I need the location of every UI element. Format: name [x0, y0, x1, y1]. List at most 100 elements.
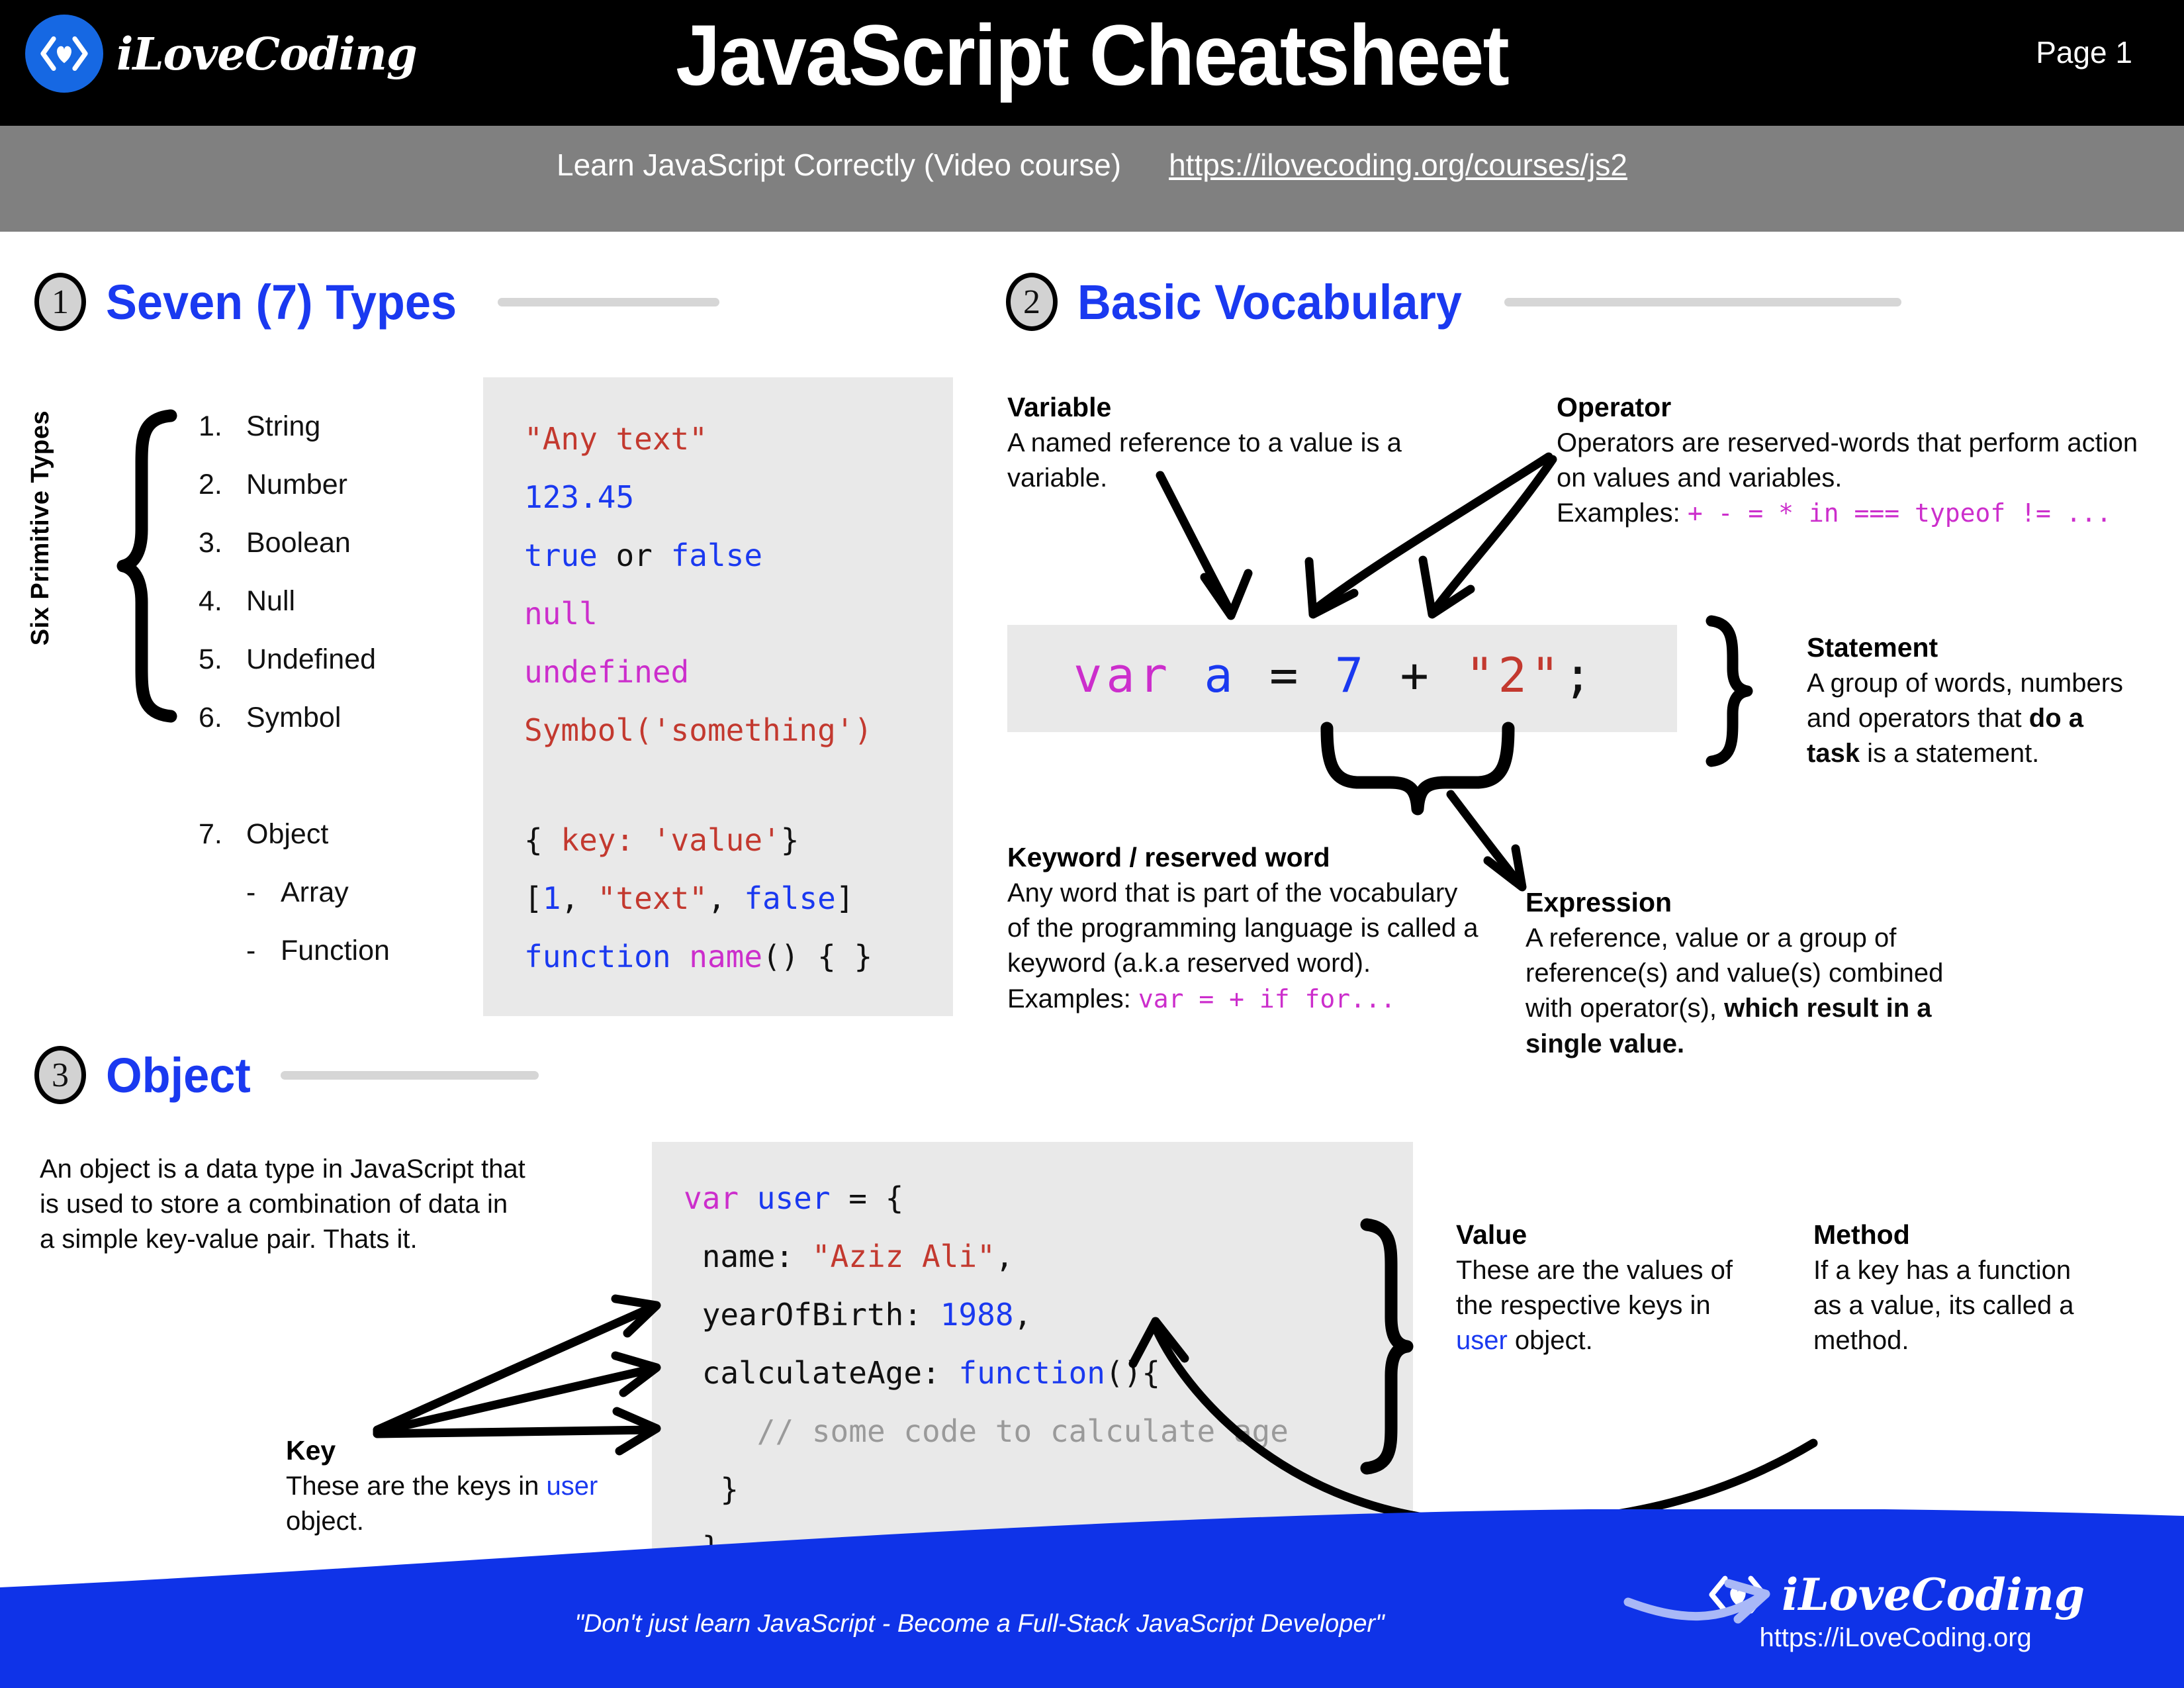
code-line-close-fn: } [684, 1472, 739, 1507]
footer-logo-row: iLoveCoding [1706, 1569, 2085, 1620]
statement-heading: Statement [1807, 632, 1938, 663]
expression-brace [1320, 722, 1515, 816]
section-2-title: Basic Vocabulary [1077, 274, 1462, 330]
keyword-definition: Keyword / reserved word Any word that is… [1007, 842, 1484, 1017]
key-arrow2-shaft [373, 1364, 657, 1436]
variable-arrow-head [1200, 569, 1253, 620]
footer-url[interactable]: https://iLoveCoding.org [1706, 1623, 2085, 1653]
footer-brand-text: iLoveCoding [1782, 1569, 2085, 1620]
item-label: Object [246, 818, 329, 850]
keyword-examples-prefix: Examples: [1007, 984, 1138, 1013]
section-3-title: Object [106, 1047, 251, 1103]
code-line-yearofbirth: yearOfBirth: 1988, [684, 1297, 1032, 1333]
item-label: Undefined [246, 643, 377, 675]
primitive-types-brace [116, 409, 177, 723]
item-number: 6. [199, 702, 222, 733]
code-line-symbol: Symbol('something') [524, 712, 873, 748]
page-number: Page 1 [2036, 35, 2132, 70]
value-definition: Value These are the values of the respec… [1456, 1219, 1734, 1359]
list-item: 5. Undefined [199, 630, 390, 688]
expression-heading: Expression [1525, 887, 1672, 917]
list-item: 6. Symbol [199, 688, 390, 747]
footer-logo: iLoveCoding https://iLoveCoding.org [1706, 1569, 2085, 1653]
key-body-highlight: user [546, 1472, 598, 1501]
section-1-header: 1 Seven (7) Types [34, 273, 719, 331]
operator-arrow1-head [1304, 557, 1359, 619]
key-arrow2-head [611, 1351, 661, 1397]
key-body-pre: These are the keys in [286, 1472, 547, 1501]
subitem-dash: - [246, 876, 256, 908]
code-heart-logo-icon [1709, 1575, 1767, 1614]
code-line-string: "Any text" [524, 421, 707, 457]
code-line-number: 123.45 [524, 479, 635, 515]
statement-body-post: is a statement. [1860, 739, 2040, 769]
code-line-boolean: true or false [524, 538, 763, 573]
types-list: 1. String 2. Number 3. Boolean 4. Null 5. Und… [199, 397, 390, 980]
code-line-object-literal: { key: 'value'} [524, 822, 799, 858]
method-heading: Method [1813, 1219, 1910, 1250]
list-item: 2. Number [199, 455, 390, 514]
operator-body: Operators are reserved-words that perfor… [1557, 428, 2138, 493]
expression-arrow-head [1483, 844, 1527, 892]
value-body-highlight: user [1456, 1326, 1508, 1356]
course-url-link[interactable]: https://ilovecoding.org/courses/js2 [1169, 148, 1627, 182]
six-primitive-types-label: Six Primitive Types [26, 410, 54, 646]
code-line-array-literal: [1, "text", false] [524, 880, 854, 916]
variable-definition: Variable A named reference to a value is… [1007, 392, 1418, 496]
section-2-rule [1504, 297, 1902, 306]
code-line-null: null [524, 596, 598, 632]
value-body: These are the values of the respective k… [1456, 1253, 1734, 1359]
value-body-post: object. [1507, 1326, 1593, 1356]
section-3-rule [281, 1070, 539, 1080]
subitem-dash: - [246, 935, 256, 966]
object-intro-text: An object is a data type in JavaScript t… [40, 1154, 525, 1254]
keyword-body: Any word that is part of the vocabulary … [1007, 878, 1479, 978]
section-3-number-badge: 3 [34, 1046, 86, 1104]
statement-brace [1706, 615, 1753, 767]
item-label: String [246, 410, 321, 442]
list-item: 3. Boolean [199, 514, 390, 572]
section-1-title: Seven (7) Types [106, 274, 457, 330]
variable-heading: Variable [1007, 392, 1112, 422]
types-code-block: "Any text" 123.45 true or false null und… [483, 377, 953, 1016]
item-label: Number [246, 469, 347, 500]
code-line-function-literal: function name() { } [524, 939, 873, 974]
item-number: 5. [199, 643, 222, 675]
code-line-undefined: undefined [524, 654, 690, 690]
list-item: 4. Null [199, 572, 390, 630]
value-body-pre: These are the values of the respective k… [1456, 1256, 1733, 1321]
operator-examples-row: Examples: + - = * in === typeof != ... [1557, 496, 2152, 531]
operator-heading: Operator [1557, 392, 1672, 422]
operator-examples: + - = * in === typeof != ... [1687, 498, 2112, 528]
item-label: Boolean [246, 527, 351, 559]
item-number: 2. [199, 469, 222, 500]
list-subitem: - Function [199, 921, 390, 980]
method-definition: Method If a key has a function as a valu… [1813, 1219, 2078, 1359]
keyword-heading: Keyword / reserved word [1007, 842, 1330, 872]
variable-body: A named reference to a value is a variab… [1007, 428, 1402, 493]
statement-code-line: var a = 7 + "2"; [1073, 647, 1596, 703]
item-label: Symbol [246, 702, 341, 733]
subitem-label: Array [281, 876, 349, 908]
code-line-calculateage: calculateAge: function(){ [684, 1355, 1161, 1391]
section-2-number-badge: 2 [1006, 273, 1058, 331]
page-title: JavaScript Cheatsheet [676, 7, 1510, 103]
item-number: 7. [199, 818, 222, 850]
subitem-label: Function [281, 935, 390, 966]
section-3-header: 3 Object [34, 1046, 539, 1104]
value-heading: Value [1456, 1219, 1527, 1250]
section-1-rule [497, 297, 719, 306]
item-number: 4. [199, 585, 222, 617]
list-item-object: 7. Object [199, 747, 390, 863]
keyword-examples-row: Examples: var = + if for... [1007, 982, 1484, 1017]
item-number: 1. [199, 410, 222, 442]
course-subtitle: Learn JavaScript Correctly (Video course… [557, 148, 1122, 182]
keyword-examples: var = + if for... [1138, 984, 1396, 1013]
operator-definition: Operator Operators are reserved-words th… [1557, 392, 2152, 532]
statement-definition: Statement A group of words, numbers and … [1807, 632, 2138, 772]
key-heading: Key [286, 1435, 336, 1466]
footer-quote: "Don't just learn JavaScript - Become a … [574, 1610, 1385, 1638]
code-line-comment: // some code to calculate age [684, 1413, 1289, 1449]
method-body: If a key has a function as a value, its … [1813, 1256, 2074, 1356]
section-2-header: 2 Basic Vocabulary [1006, 273, 1902, 331]
